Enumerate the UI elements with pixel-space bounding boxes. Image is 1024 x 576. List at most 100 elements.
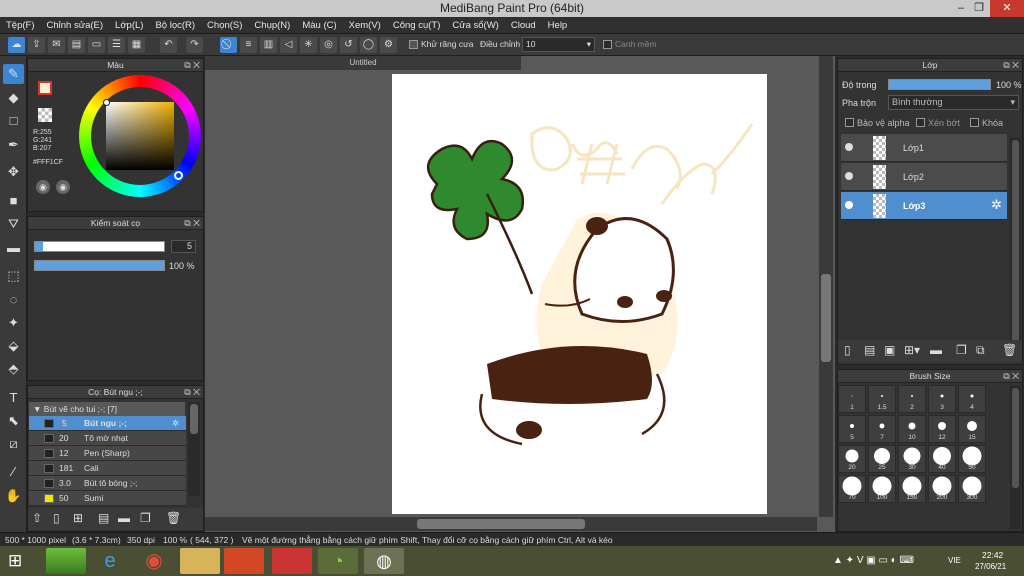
menu-window[interactable]: Cửa sổ(W) (446, 17, 504, 34)
clip-checkbox[interactable] (916, 118, 925, 127)
menu-color[interactable]: Màu (C) (296, 17, 342, 34)
gradient-tool-icon[interactable]: ▬ (3, 238, 24, 258)
panel-close-icon[interactable]: ⧉ ✕ (1003, 370, 1019, 383)
duplicate-icon[interactable]: ❐ (140, 511, 151, 525)
cross-snap-icon[interactable]: ▥ (260, 37, 277, 53)
restore-icon[interactable]: ❐ (966, 0, 992, 17)
antialias-checkbox[interactable] (409, 40, 418, 49)
brush-size-cell[interactable]: 3 (928, 385, 956, 413)
redo-icon[interactable]: ↷ (186, 37, 203, 53)
material-icon[interactable]: ▤ (68, 37, 85, 53)
layer-opacity-slider[interactable] (888, 79, 991, 90)
bluestacks-icon[interactable] (46, 548, 86, 574)
eye-icon[interactable] (845, 143, 853, 151)
new-layer-icon[interactable]: ▯ (844, 343, 851, 357)
eye-icon[interactable] (845, 172, 853, 180)
windows-start-icon[interactable]: ⊞ (8, 551, 22, 571)
close-icon[interactable]: ✕ (990, 0, 1024, 17)
brush-size-cell[interactable]: 12 (928, 415, 956, 443)
menu-tools[interactable]: Công cụ(T) (387, 17, 447, 34)
ie-icon[interactable]: e (90, 548, 130, 574)
brush-list-scrollbar[interactable] (188, 402, 200, 496)
brush-size-cell[interactable]: 10 (898, 415, 926, 443)
opacity-slider[interactable] (34, 260, 165, 271)
panel-close-icon[interactable]: ⧉ ✕ (184, 59, 200, 72)
move-tool-icon[interactable]: ✥ (3, 162, 24, 182)
snap-settings-icon[interactable]: ⚙ (380, 37, 397, 53)
brush-item[interactable]: 12 Pen (Sharp) (29, 446, 186, 461)
adjust-select[interactable]: 10 ▾ (522, 37, 595, 52)
brush-item[interactable]: 181 Cali (29, 461, 186, 476)
horizontal-scroll-thumb[interactable] (417, 519, 585, 529)
edge-checkbox[interactable] (603, 40, 612, 49)
menu-snap[interactable]: Chụp(N) (248, 17, 296, 34)
brush-size-cell[interactable]: 5 (838, 415, 866, 443)
brush-size-cell[interactable]: 100 (868, 475, 896, 503)
select-pen-icon[interactable]: ⬙ (3, 336, 24, 356)
brush-size-cell[interactable]: 1 (838, 385, 866, 413)
bucket-tool-icon[interactable]: ⛛ (3, 214, 24, 234)
divide-tool-icon[interactable]: ⧄ (3, 434, 24, 454)
comment-icon[interactable]: ✉ (48, 37, 65, 53)
eraser-tool-icon[interactable]: ◆ (3, 88, 24, 108)
curve-snap-icon[interactable]: ↺ (340, 37, 357, 53)
clock-time[interactable]: 22:42 (982, 550, 1003, 560)
sv-cursor[interactable] (103, 99, 110, 106)
snap-off-icon[interactable]: ⃠ (220, 37, 237, 53)
parallel-snap-icon[interactable]: ≡ (240, 37, 257, 53)
app-icon-2[interactable]: ◔ (318, 548, 358, 574)
vanish-snap-icon[interactable]: ◁ (280, 37, 297, 53)
cloud-icon[interactable]: ☁ (8, 37, 25, 53)
select-tool-icon[interactable]: ⬚ (3, 266, 24, 286)
brush-size-cell[interactable]: 4 (958, 385, 986, 413)
clock-date[interactable]: 27/06/21 (975, 562, 1006, 571)
palette-icon[interactable]: ◉ (36, 180, 50, 194)
brush-size-cell[interactable]: 70 (838, 475, 866, 503)
brush-size-cell[interactable]: 40 (928, 445, 956, 473)
trash-icon[interactable]: 🗑 (166, 511, 181, 525)
add-layer-menu-icon[interactable]: ⊞▾ (904, 343, 920, 357)
menu-help[interactable]: Help (542, 17, 574, 34)
panel-close-icon[interactable]: ⧉ ✕ (1003, 59, 1019, 72)
brush-size-cell[interactable]: 30 (898, 445, 926, 473)
app-icon[interactable] (272, 548, 312, 574)
panel-close-icon[interactable]: ⧉ ✕ (184, 217, 200, 230)
share-icon[interactable]: ⇪ (28, 37, 45, 53)
lasso-tool-icon[interactable]: ◌ (3, 290, 24, 310)
brush-cloud-icon[interactable]: ⇧ (32, 511, 42, 525)
undo-icon[interactable]: ↶ (160, 37, 177, 53)
lock-checkbox[interactable] (970, 118, 979, 127)
brush-size-value[interactable]: 5 (171, 240, 196, 253)
gear-icon[interactable]: ✲ (991, 197, 1002, 213)
file-explorer-icon[interactable] (180, 548, 220, 574)
duplicate-icon[interactable]: ❐ (956, 343, 967, 357)
brush-item[interactable]: 50 Sumi (29, 491, 186, 506)
menu-filter[interactable]: Bộ lọc(R) (149, 17, 201, 34)
new-8bit-layer-icon[interactable]: ▣ (884, 343, 895, 357)
operation-tool-icon[interactable]: ⬉ (3, 411, 24, 431)
new-brush-icon[interactable]: ▯ (53, 511, 60, 525)
saturation-value-square[interactable] (106, 102, 174, 170)
menu-select[interactable]: Chọn(S) (201, 17, 248, 34)
folder-icon[interactable]: ▬ (118, 511, 130, 525)
canvas-tab[interactable]: Untitled (205, 56, 521, 70)
blend-select[interactable]: Bình thường ▾ (888, 95, 1019, 110)
eyedropper-icon[interactable]: ⁄ (3, 462, 24, 482)
brush-size-scrollbar[interactable] (1010, 386, 1021, 529)
new-halftone-layer-icon[interactable]: ▤ (864, 343, 875, 357)
select-eraser-icon[interactable]: ⬘ (3, 359, 24, 379)
brush-group-header[interactable]: ▼ Bút vẽ cho tui ;-; [7] (29, 402, 185, 416)
layer-row[interactable]: Lớp2 (841, 163, 1007, 191)
horizontal-scrollbar[interactable] (205, 517, 817, 531)
hand-tool-icon[interactable]: ✋ (3, 486, 24, 506)
brush-size-cell[interactable]: 7 (868, 415, 896, 443)
brush-size-cell[interactable]: 2 (898, 385, 926, 413)
list-icon[interactable]: ☰ (108, 37, 125, 53)
vertical-scroll-thumb[interactable] (821, 274, 831, 362)
menu-layer[interactable]: Lớp(L) (109, 17, 149, 34)
brush-size-slider[interactable] (34, 241, 165, 252)
menu-file[interactable]: Tệp(F) (0, 17, 41, 34)
foreground-color-swatch[interactable] (38, 81, 52, 95)
hue-wheel[interactable] (79, 75, 201, 197)
radial-snap-icon[interactable]: ✳ (300, 37, 317, 53)
